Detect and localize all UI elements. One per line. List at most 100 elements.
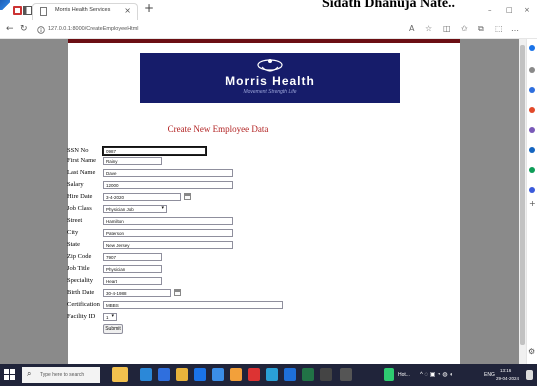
favorites-icon[interactable]: ✩ [461, 24, 468, 33]
row-state: State New Jersey [67, 241, 327, 251]
last-name-input[interactable]: Dave [103, 169, 233, 177]
add-icon[interactable]: + [529, 199, 536, 208]
job-class-label: Job Class [67, 205, 92, 212]
refresh-button[interactable]: ↻ [20, 24, 28, 34]
logo-name: Morris Health [225, 74, 315, 88]
row-job-class: Job Class Physician Job ▾ [67, 205, 327, 215]
chevron-down-icon: ▾ [161, 205, 164, 211]
sidebar-app-icon[interactable] [529, 107, 535, 113]
row-city: City Paterson [67, 229, 327, 239]
speciality-input[interactable]: Heart [103, 277, 162, 285]
ssn-label: SSN No [67, 147, 89, 154]
copilot-icon[interactable] [529, 45, 535, 51]
sidebar-app-icon[interactable] [529, 127, 535, 133]
taskbar-app-icon[interactable] [302, 368, 314, 381]
taskbar-app-icon[interactable] [340, 368, 352, 381]
hire-date-label: Hire Date [67, 193, 93, 200]
birth-date-calendar-icon[interactable] [174, 289, 181, 296]
scroll-thumb[interactable] [520, 45, 525, 345]
clock-date[interactable]: 29-04-2024 [496, 376, 519, 381]
sidebar-app-icon[interactable] [529, 87, 535, 93]
tab-title: Morris Health Services [55, 7, 111, 13]
job-class-value: Physician Job [106, 207, 134, 212]
clock-time[interactable]: 13:16 [500, 368, 511, 373]
facility-id-select[interactable]: 1 ▾ [103, 313, 117, 321]
back-button[interactable]: ← [6, 24, 14, 34]
notifications-icon[interactable] [526, 370, 533, 380]
settings-gear-icon[interactable]: ⚙ [528, 347, 535, 356]
state-label: State [67, 241, 80, 248]
row-hire-date: Hire Date 3-4-2020 [67, 193, 327, 203]
taskbar-app-icon[interactable] [230, 368, 242, 381]
job-class-select[interactable]: Physician Job ▾ [103, 205, 167, 213]
url-field[interactable]: 127.0.0.1:8000/CreateEmployeeHtml [48, 26, 139, 32]
row-job-title: Job Title Physician [67, 265, 327, 275]
language-indicator[interactable]: ENG [484, 372, 495, 378]
file-explorer-icon[interactable] [176, 368, 188, 381]
more-menu-icon[interactable]: … [511, 24, 519, 33]
hire-date-calendar-icon[interactable] [184, 193, 191, 200]
city-label: City [67, 229, 79, 236]
taskbar-app-icon[interactable] [158, 368, 170, 381]
edge-browser-icon[interactable] [140, 368, 152, 381]
row-facility-id: Facility ID 1 ▾ [67, 313, 327, 323]
taskbar-app-icon[interactable] [212, 368, 224, 381]
ssn-input[interactable]: 0987 [102, 146, 207, 156]
taskbar-app-icon[interactable] [194, 368, 206, 381]
last-name-label: Last Name [67, 169, 96, 176]
page-viewport: Morris Health Movement Strength Life Cre… [0, 39, 526, 364]
street-input[interactable]: Hamilton [103, 217, 233, 225]
read-aloud-icon[interactable]: A [409, 24, 414, 33]
page-scrollbar[interactable] [519, 39, 526, 364]
taskbar-app-icon[interactable] [266, 368, 278, 381]
minimize-button[interactable]: – [488, 6, 492, 14]
job-title-input[interactable]: Physician [103, 265, 162, 273]
row-salary: Salary 12000 [67, 181, 327, 191]
certification-input[interactable]: MBBS [103, 301, 283, 309]
taskbar-app-icon[interactable] [320, 368, 332, 381]
birth-date-label: Birth Date [67, 289, 95, 296]
row-ssn: SSN No 0987 [67, 146, 327, 157]
state-input[interactable]: New Jersey [103, 241, 233, 249]
first-name-label: First Name [67, 157, 97, 164]
sidebar-app-icon[interactable] [529, 167, 535, 173]
windows-start-icon[interactable] [4, 369, 15, 380]
logo-tagline: Movement Strength Life [243, 89, 297, 95]
search-icon[interactable] [529, 67, 535, 73]
widgets-icon[interactable] [112, 367, 128, 382]
tab-morris-health[interactable]: Morris Health Services × [32, 3, 138, 20]
tray-app-icon[interactable] [384, 368, 394, 381]
collections-icon[interactable]: ⧉ [478, 24, 484, 34]
tray-app-label[interactable]: Hot... [398, 372, 410, 378]
taskbar-app-icon[interactable] [284, 368, 296, 381]
submit-button[interactable]: Submit [103, 324, 123, 334]
row-last-name: Last Name Dave [67, 169, 327, 179]
tray-icons[interactable]: ^ ◌ ▣ ◔ ◍ ◖ [420, 371, 453, 378]
split-screen-icon[interactable]: ◫ [443, 24, 451, 33]
close-window-button[interactable]: × [524, 6, 530, 14]
first-name-input[interactable]: Rainy [103, 157, 162, 165]
taskbar-app-icon[interactable] [248, 368, 260, 381]
tab-bar: Morris Health Services × + Sidath Dhanuj… [0, 0, 537, 21]
new-tab-button[interactable]: + [144, 1, 154, 15]
favorite-star-icon[interactable]: ☆ [425, 24, 432, 33]
extensions-icon[interactable]: ⬚ [495, 24, 503, 33]
birth-date-input[interactable]: 30-4-1988 [103, 289, 171, 297]
maximize-button[interactable]: □ [506, 6, 513, 14]
hire-date-input[interactable]: 3-4-2020 [103, 193, 181, 201]
sidebar-app-icon[interactable] [529, 147, 535, 153]
morris-health-logo: Morris Health Movement Strength Life [140, 53, 400, 103]
city-input[interactable]: Paterson [103, 229, 233, 237]
facility-id-label: Facility ID [67, 313, 96, 320]
chevron-down-icon: ▾ [111, 313, 114, 319]
taskbar-search-placeholder: Type here to search [40, 372, 85, 378]
sidebar-app-icon[interactable] [529, 187, 535, 193]
info-icon[interactable] [37, 26, 45, 34]
form-title: Create New Employee Data [167, 124, 269, 134]
tab-close-icon[interactable]: × [124, 6, 131, 15]
taskbar-search-box[interactable]: ⌕ Type here to search [22, 367, 100, 383]
zip-code-input[interactable]: 7907 [103, 253, 162, 261]
salary-input[interactable]: 12000 [103, 181, 233, 189]
facility-id-value: 1 [106, 315, 109, 320]
salary-label: Salary [67, 181, 84, 188]
